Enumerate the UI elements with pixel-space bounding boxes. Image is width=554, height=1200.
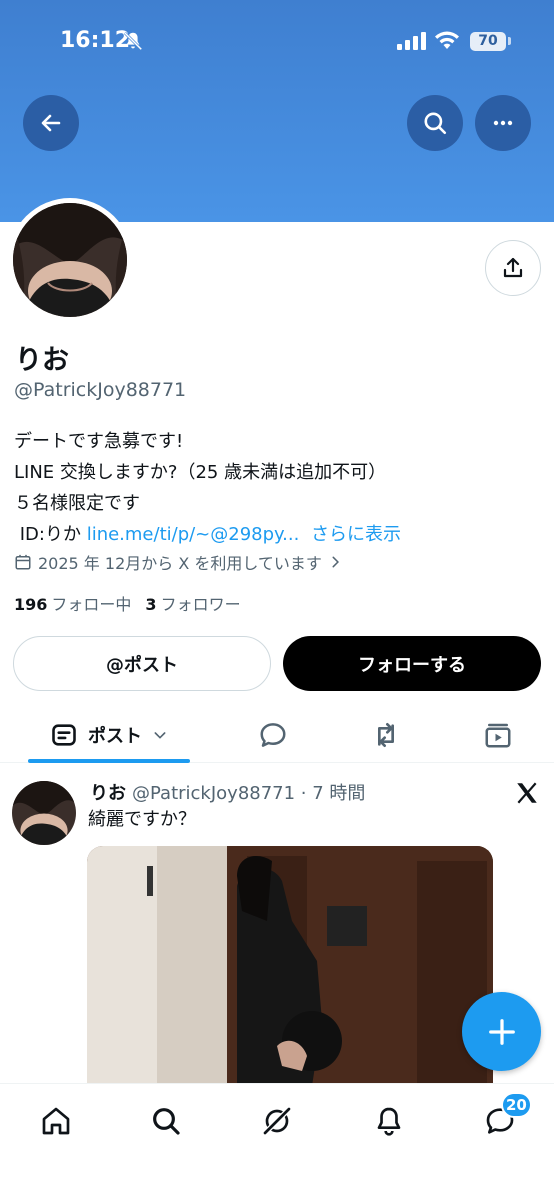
following-label: フォロー中 [51, 595, 132, 614]
show-more-link[interactable]: さらに表示 [311, 524, 401, 545]
plus-icon [488, 1018, 515, 1045]
bio-line-4: ID:りか line.me/ti/p/~@298py... さらに表示 [14, 519, 544, 550]
nav-home[interactable] [34, 1099, 78, 1143]
tweet-handle-time: @PatrickJoy88771 · 7 時間 [132, 783, 366, 804]
tweet-avatar[interactable] [12, 781, 76, 845]
more-icon [493, 120, 513, 126]
mention-post-button[interactable]: @ポスト [13, 636, 271, 691]
tweet-header: りお @PatrickJoy88771 · 7 時間 [90, 779, 365, 805]
home-icon [42, 1107, 70, 1135]
tab-replies[interactable] [245, 707, 301, 763]
wifi-icon [435, 31, 459, 49]
followers-count: 3 [145, 595, 157, 614]
tweet-author-name[interactable]: りお [90, 783, 126, 804]
profile-handle: @PatrickJoy88771 [14, 379, 187, 401]
bio-line-1: デートです急募です! [14, 431, 184, 452]
search-icon [153, 1108, 180, 1135]
follow-stats: 196 フォロー中 3 フォロワー [14, 591, 241, 615]
calendar-icon [15, 554, 31, 570]
signal-icon [397, 32, 426, 50]
joined-date[interactable]: 2025 年 12月から X を利用しています [14, 550, 342, 574]
follow-button[interactable]: フォローする [283, 636, 541, 691]
grok-icon [263, 1107, 291, 1135]
following-stat[interactable]: 196 フォロー中 [14, 591, 131, 615]
share-button[interactable] [485, 240, 541, 296]
profile-avatar[interactable] [8, 198, 132, 322]
repost-icon [378, 723, 394, 747]
profile-bio: デートです急募です! LINE 交換しますか?（25 歳未満は追加不可） ５名様… [14, 426, 544, 550]
bell-off-icon [123, 31, 143, 51]
chevron-right-icon [332, 556, 339, 568]
tab-media[interactable] [470, 707, 526, 763]
tab-posts[interactable]: ポスト [28, 707, 190, 763]
battery-nub [508, 37, 511, 45]
search-button[interactable] [407, 95, 463, 151]
bio-link[interactable]: line.me/ti/p/~@298py... [87, 524, 300, 545]
bio-line-2: LINE 交換しますか?（25 歳未満は追加不可） [14, 462, 387, 483]
followers-stat[interactable]: 3 フォロワー [145, 591, 240, 615]
search-icon [424, 112, 447, 135]
bio-id-text: ID:りか [14, 524, 87, 545]
battery-icon: 70 [470, 32, 506, 51]
profile-tabs: ポスト [0, 707, 554, 763]
chevron-down-icon [154, 732, 166, 739]
back-arrow-icon [41, 114, 61, 132]
messages-badge: 20 [501, 1092, 532, 1118]
nav-notifications[interactable] [367, 1099, 411, 1143]
media-icon [485, 723, 511, 748]
tweet-media-image[interactable] [87, 846, 493, 1086]
tab-posts-label: ポスト [88, 726, 142, 747]
replies-icon [260, 723, 286, 747]
nav-search[interactable] [144, 1099, 188, 1143]
compose-button[interactable] [462, 992, 541, 1071]
joined-text: 2025 年 12月から X を利用しています [38, 554, 322, 573]
nav-grok[interactable] [255, 1099, 299, 1143]
status-time: 16:12 [60, 28, 131, 53]
avatar-image [13, 203, 127, 317]
post-tab-icon [52, 724, 76, 746]
followers-label: フォロワー [160, 595, 241, 614]
following-count: 196 [14, 595, 48, 614]
back-button[interactable] [23, 95, 79, 151]
tab-reposts[interactable] [358, 707, 414, 763]
status-bar: 16:12 70 [0, 0, 554, 84]
tweet-text: 綺麗ですか？ [88, 809, 196, 830]
more-button[interactable] [475, 95, 531, 151]
bottom-nav [0, 1083, 554, 1200]
bell-icon [377, 1107, 401, 1136]
x-logo-icon [517, 782, 537, 804]
active-tab-indicator [28, 759, 190, 763]
bio-line-3: ５名様限定です [14, 493, 140, 514]
share-icon [503, 257, 523, 278]
display-name: りお [15, 345, 69, 376]
